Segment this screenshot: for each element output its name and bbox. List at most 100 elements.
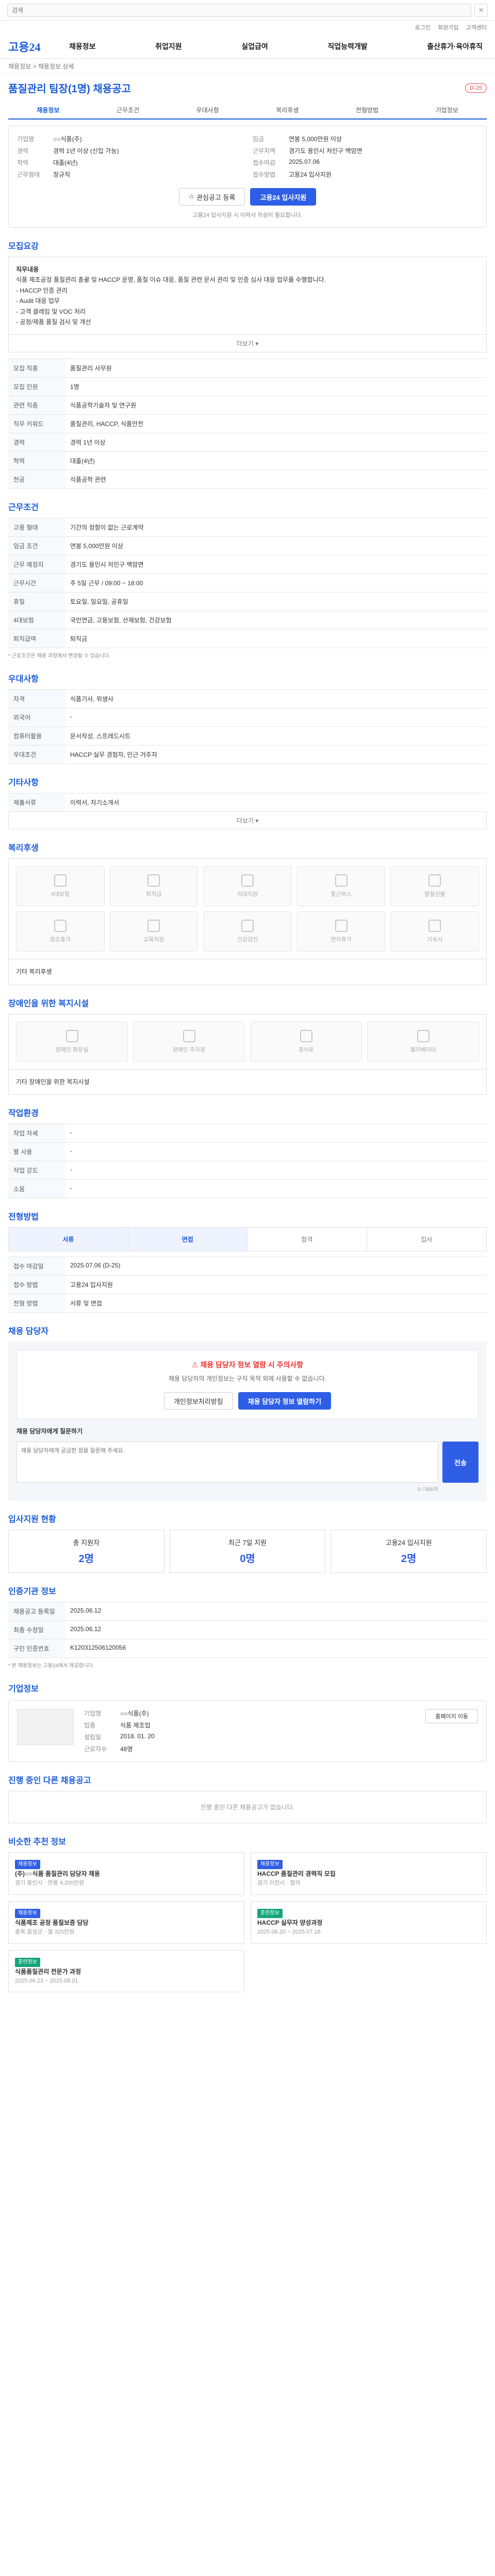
- menu-item-support[interactable]: 취업지원: [151, 41, 186, 52]
- company-value: ○○식품(주): [53, 135, 82, 143]
- question-textarea[interactable]: [16, 1442, 438, 1483]
- tab-work[interactable]: 근무조건: [88, 101, 168, 118]
- row-key: 모집 직종: [8, 359, 65, 378]
- benefit-heading: 복리후생: [8, 844, 39, 853]
- bookmark-button[interactable]: ☆ 관심공고 등록: [178, 188, 245, 206]
- stat-value: 2명: [78, 1553, 94, 1565]
- table-row: 근무시간 주 5일 근무 / 09:00 ~ 18:00: [8, 573, 487, 593]
- tab-pref[interactable]: 우대사항: [168, 101, 248, 118]
- company-val: 식품 제조업: [120, 1722, 151, 1730]
- facility-item: 장애인 주차장: [133, 1021, 245, 1062]
- site-logo[interactable]: 고용24: [8, 38, 65, 55]
- row-key: 제출서류: [8, 793, 65, 812]
- benefit-label: 건강검진: [237, 937, 258, 943]
- recommend-card[interactable]: 채용정보 HACCP 품질관리 경력직 모집 경기 이천시 · 협의: [251, 1852, 487, 1895]
- company-card: 기업명 ○○식품(주) 업종 식품 제조업 설립일 2018. 01. 20 근로자수…: [8, 1700, 487, 1762]
- close-icon[interactable]: ✕: [474, 3, 488, 17]
- benefit-label: 연차휴가: [331, 937, 352, 943]
- salary-value: 연봉 5,000만원 이상: [289, 135, 342, 143]
- place-label: 근무지역: [253, 147, 276, 155]
- row-value: -: [65, 1142, 487, 1162]
- tab-hiring[interactable]: 전형방법: [327, 101, 407, 118]
- breadcrumb-text: 채용정보 > 채용정보 상세: [8, 63, 74, 70]
- alert-text: 채용 담당자의 개인정보는 구직 목적 외에 사용할 수 없습니다.: [168, 1375, 326, 1383]
- duty-line: - 공정/제품 품질 검사 및 개선: [16, 318, 91, 326]
- benefit-item: 기숙사: [390, 911, 479, 952]
- tab-company[interactable]: 기업정보: [407, 101, 487, 118]
- ongoing-heading: 진행 중인 다른 채용공고: [8, 1776, 91, 1786]
- recommend-card[interactable]: 채용정보 식품제조 공정 품질보증 담당 충북 음성군 · 월 320만원: [8, 1901, 244, 1944]
- global-nav: 고용24 채용정보 취업지원 실업급여 직업능력개발 출산휴가·육아휴직: [0, 34, 495, 59]
- job-desc: 식품 제조공정 품질관리 총괄 및 HACCP 운영, 품질 이슈 대응, 품질…: [16, 276, 326, 284]
- view-contact-button[interactable]: 채용 담당자 정보 열람하기: [238, 1392, 332, 1410]
- search-wrap: ✕: [7, 3, 488, 17]
- benefit-label: 교육지원: [143, 937, 164, 943]
- menu-item-unemployment[interactable]: 실업급여: [237, 41, 272, 52]
- row-key: 우대조건: [8, 745, 65, 765]
- recommend-card[interactable]: 훈련정보 HACCP 실무자 양성과정 2025.06.20 ~ 2025.07.1…: [251, 1901, 487, 1944]
- row-value: 2025.07.06 (D-25): [65, 1257, 487, 1276]
- benefit-item: 식대지원: [203, 866, 292, 907]
- recommend-card[interactable]: 채용정보 (주)○○식품 품질관리 담당자 채용 경기 용인시 · 연봉 4,200…: [8, 1852, 244, 1895]
- rec-title: 식품제조 공정 품질보증 담당: [15, 1919, 89, 1926]
- stat-label: 최근 7일 지원: [228, 1539, 267, 1547]
- main-menu: 채용정보 취업지원 실업급여 직업능력개발 출산휴가·육아휴직: [65, 41, 487, 52]
- hiring-step: 합격: [248, 1228, 367, 1251]
- recommend-card[interactable]: 훈련정보 식품품질관리 전문가 과정 2025.06.23 ~ 2025.08.01: [8, 1950, 244, 1993]
- menu-item-training[interactable]: 직업능력개발: [323, 41, 371, 52]
- send-button[interactable]: 전송: [442, 1442, 478, 1483]
- benefit-label: 명절선물: [424, 891, 446, 898]
- table-row: 컴퓨터활용 문서작성, 스프레드시트: [8, 726, 487, 746]
- table-row: 최종 수정일 2025.06.12: [8, 1620, 487, 1640]
- benefit-label: 통근버스: [331, 891, 352, 898]
- rec-badge: 훈련정보: [257, 1908, 283, 1918]
- benefit-label: 경조휴가: [50, 937, 71, 943]
- signup-link[interactable]: 회원가입: [438, 23, 458, 31]
- d-day-badge: D-25: [465, 83, 487, 93]
- table-row: 임금 조건 연봉 5,000만원 이상: [8, 536, 487, 556]
- row-key: 모집 인원: [8, 377, 65, 397]
- tab-benefit[interactable]: 복리후생: [248, 101, 327, 118]
- table-row: 소음 -: [8, 1179, 487, 1199]
- menu-item-jobs[interactable]: 채용정보: [65, 41, 100, 52]
- benefit-item: 통근버스: [296, 866, 386, 907]
- row-value: -: [65, 1124, 487, 1143]
- row-key: 관련 직종: [8, 396, 65, 415]
- help-link[interactable]: 고객센터: [466, 23, 487, 31]
- table-row: 휴일 토요일, 일요일, 공휴일: [8, 592, 487, 612]
- row-key: 학력: [8, 451, 65, 471]
- tab-job[interactable]: 채용정보: [8, 101, 88, 118]
- rec-badge: 채용정보: [257, 1860, 283, 1870]
- salary-label: 임금: [253, 135, 265, 143]
- table-row: 자격 식품기사, 위생사: [8, 689, 487, 709]
- login-link[interactable]: 로그인: [415, 23, 431, 31]
- table-row: 구인 인증번호 K120312506120056: [8, 1639, 487, 1658]
- hiring-heading: 전형방법: [8, 1213, 39, 1222]
- privacy-button[interactable]: 개인정보처리방침: [163, 1392, 233, 1410]
- row-value: -: [65, 708, 487, 727]
- company-key: 업종: [84, 1722, 96, 1730]
- company-val: ○○식품(주): [120, 1710, 149, 1718]
- facility-label: 장애인 화장실: [55, 1046, 89, 1053]
- work-heading: 근무조건: [8, 503, 39, 513]
- more-button[interactable]: 더보기 ▾: [8, 335, 487, 353]
- benefit-icon: [54, 874, 67, 887]
- row-key: 최종 수정일: [8, 1620, 65, 1640]
- row-key: 외국어: [8, 708, 65, 727]
- search-input[interactable]: [7, 3, 471, 17]
- row-value: 식품공학 관련: [65, 470, 487, 489]
- row-value: 2025.06.12: [65, 1602, 487, 1621]
- menu-item-leave[interactable]: 출산휴가·육아휴직: [423, 41, 487, 52]
- other-heading: 기타사항: [8, 778, 39, 788]
- more-button[interactable]: 더보기 ▾: [8, 812, 487, 830]
- benefit-etc-label: 기타 복리후생: [16, 968, 52, 976]
- table-row: 전공 식품공학 관련: [8, 470, 487, 489]
- row-value: 1명: [65, 377, 487, 397]
- row-key: 팔 사용: [8, 1142, 65, 1162]
- place-value: 경기도 용인시 처인구 백암면: [289, 147, 362, 155]
- apply-button[interactable]: 고용24 입사지원: [250, 188, 317, 206]
- rec-meta: 경기 이천시 · 협의: [257, 1880, 301, 1887]
- homepage-button[interactable]: 홈페이지 이동: [425, 1709, 478, 1724]
- stat-label: 총 지원자: [73, 1539, 100, 1547]
- hiring-step: 입사: [421, 1236, 433, 1244]
